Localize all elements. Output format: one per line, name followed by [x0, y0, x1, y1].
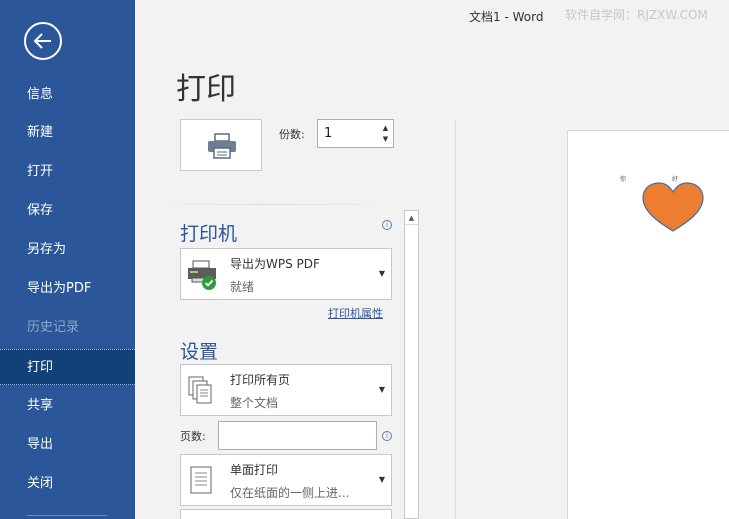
settings-scrollbar[interactable]: ▲: [404, 210, 419, 519]
printer-properties-link[interactable]: 打印机属性: [328, 305, 383, 321]
nav-item-new[interactable]: 新建: [0, 115, 135, 151]
collate-dropdown[interactable]: [180, 509, 392, 519]
print-sides-label: 单面打印: [230, 463, 279, 477]
print-sides-dropdown[interactable]: 单面打印 仅在纸面的一侧上进... ▼: [180, 454, 392, 506]
info-icon[interactable]: i: [382, 220, 392, 230]
backstage-sidebar: 信息 新建 打开 保存 另存为 导出为PDF 历史记录 打印 共享 导出 关闭: [0, 0, 135, 519]
back-arrow-icon[interactable]: [24, 22, 62, 60]
nav-item-info[interactable]: 信息: [0, 77, 135, 113]
nav-item-save-as[interactable]: 另存为: [0, 232, 135, 268]
nav-item-export-pdf[interactable]: 导出为PDF: [0, 271, 135, 307]
settings-section-title: 设置: [180, 341, 219, 363]
print-range-detail: 整个文档: [230, 396, 279, 410]
print-range-label: 打印所有页: [230, 373, 291, 387]
dropdown-arrow-icon: ▼: [378, 475, 385, 484]
pages-label: 页数:: [180, 430, 206, 443]
dropdown-arrow-icon: ▼: [378, 385, 385, 394]
preview-text: 你: [620, 176, 627, 183]
print-preview-page: 你 好: [567, 130, 729, 519]
divider-vertical: [455, 119, 456, 519]
info-icon[interactable]: i: [382, 431, 392, 441]
page-title: 打印: [176, 72, 236, 107]
dropdown-arrow-icon: ▼: [378, 269, 385, 278]
nav-item-history: 历史记录: [27, 320, 80, 335]
document-title: 文档1 - Word: [469, 10, 544, 24]
heart-shape: [642, 182, 704, 232]
print-button[interactable]: [180, 119, 262, 171]
printer-status: 就绪: [230, 280, 255, 294]
pages-stack-icon: [188, 376, 212, 404]
printer-ready-icon: [188, 260, 216, 290]
printer-icon: [208, 133, 236, 159]
print-sides-detail: 仅在纸面的一侧上进...: [230, 486, 350, 500]
printer-dropdown[interactable]: 导出为WPS PDF 就绪 ▼: [180, 248, 392, 300]
nav-item-share[interactable]: 共享: [0, 388, 135, 424]
nav-item-close[interactable]: 关闭: [0, 466, 135, 502]
title-bar: 文档1 - Word 软件自学网：RJZXW.COM: [135, 0, 729, 30]
sidebar-divider: [27, 515, 107, 516]
copies-label: 份数:: [279, 128, 305, 141]
pages-input[interactable]: [218, 421, 377, 450]
print-range-dropdown[interactable]: 打印所有页 整个文档 ▼: [180, 364, 392, 416]
single-side-icon: [190, 466, 212, 494]
watermark-text: 软件自学网：RJZXW.COM: [565, 8, 708, 22]
copies-value[interactable]: 1: [324, 126, 332, 141]
scroll-up-icon[interactable]: ▲: [405, 211, 418, 225]
printer-name: 导出为WPS PDF: [230, 257, 320, 271]
spin-down-icon[interactable]: ▼: [381, 135, 390, 144]
nav-item-save[interactable]: 保存: [0, 193, 135, 229]
divider: [135, 204, 405, 205]
printer-section-title: 打印机: [180, 223, 238, 245]
nav-item-export[interactable]: 导出: [0, 427, 135, 463]
spin-up-icon[interactable]: ▲: [381, 124, 390, 133]
nav-item-print[interactable]: 打印: [0, 349, 135, 385]
copies-stepper[interactable]: 1 ▲ ▼: [317, 119, 394, 148]
nav-item-open[interactable]: 打开: [0, 154, 135, 190]
